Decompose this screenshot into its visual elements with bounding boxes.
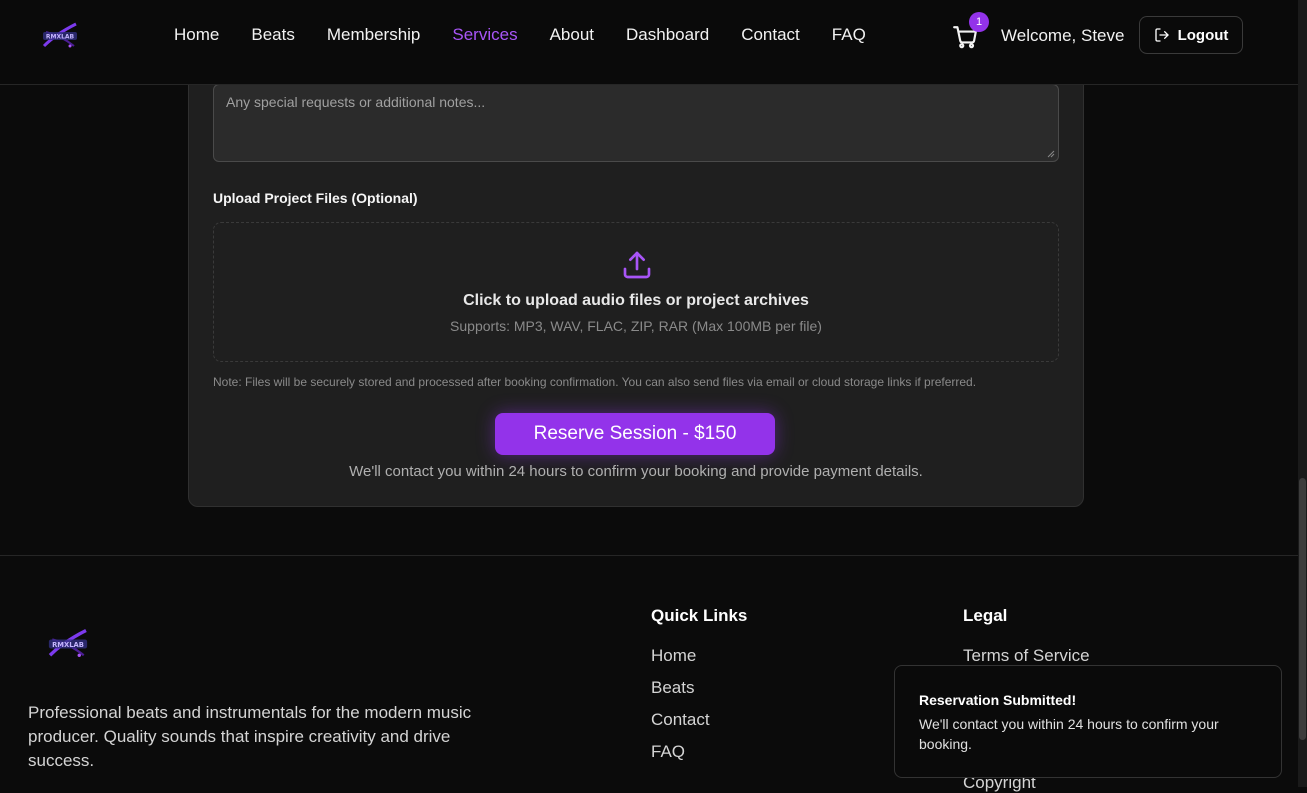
contact-note: We'll contact you within 24 hours to con… [349, 463, 923, 480]
logout-button[interactable]: Logout [1139, 16, 1243, 54]
nav-beats[interactable]: Beats [251, 25, 294, 45]
svg-text:RMXLAB: RMXLAB [46, 34, 75, 41]
upload-note: Note: Files will be securely stored and … [213, 375, 977, 389]
main-nav: Home Beats Membership Services About Das… [174, 25, 898, 45]
footer-link-terms[interactable]: Terms of Service [963, 646, 1090, 666]
footer-logo-icon[interactable]: RMXLAB [44, 626, 92, 662]
upload-title: Click to upload audio files or project a… [463, 292, 809, 309]
nav-membership[interactable]: Membership [327, 25, 421, 45]
footer-link-beats[interactable]: Beats [651, 678, 694, 698]
logout-label: Logout [1177, 26, 1229, 44]
toast-message: We'll contact you within 24 hours to con… [919, 716, 1219, 752]
toast-title: Reservation Submitted! [919, 692, 1077, 708]
footer-link-home[interactable]: Home [651, 646, 696, 666]
cart-count-badge: 1 [969, 12, 989, 32]
reservation-toast[interactable]: Reservation Submitted! We'll contact you… [894, 665, 1282, 778]
upload-supported-formats: Supports: MP3, WAV, FLAC, ZIP, RAR (Max … [450, 318, 822, 334]
upload-label: Upload Project Files (Optional) [213, 190, 418, 206]
file-dropzone[interactable]: Click to upload audio files or project a… [213, 222, 1059, 362]
notes-placeholder: Any special requests or additional notes… [226, 94, 486, 110]
welcome-text: Welcome, Steve [1001, 26, 1125, 45]
upload-icon [623, 251, 651, 279]
footer-link-faq[interactable]: FAQ [651, 742, 685, 762]
legal-title: Legal [963, 606, 1008, 625]
resize-grip-icon[interactable] [1047, 150, 1055, 158]
nav-about[interactable]: About [550, 25, 594, 45]
page-scrollbar[interactable] [1298, 0, 1307, 787]
nav-services[interactable]: Services [452, 25, 517, 45]
site-header: RMXLAB Home Beats Membership Services Ab… [0, 0, 1298, 85]
footer-link-contact[interactable]: Contact [651, 710, 710, 730]
footer-description: Professional beats and instrumentals for… [28, 703, 472, 770]
nav-home[interactable]: Home [174, 25, 219, 45]
logo-icon[interactable]: RMXLAB [40, 20, 80, 52]
logout-icon [1154, 28, 1169, 42]
notes-textarea[interactable]: Any special requests or additional notes… [213, 84, 1059, 162]
footer-divider [0, 555, 1298, 556]
svg-text:RMXLAB: RMXLAB [52, 641, 84, 649]
reserve-session-button[interactable]: Reserve Session - $150 [495, 413, 775, 455]
quick-links-title: Quick Links [651, 606, 748, 625]
nav-contact[interactable]: Contact [741, 25, 800, 45]
scrollbar-thumb[interactable] [1299, 478, 1306, 740]
nav-faq[interactable]: FAQ [832, 25, 866, 45]
nav-dashboard[interactable]: Dashboard [626, 25, 709, 45]
